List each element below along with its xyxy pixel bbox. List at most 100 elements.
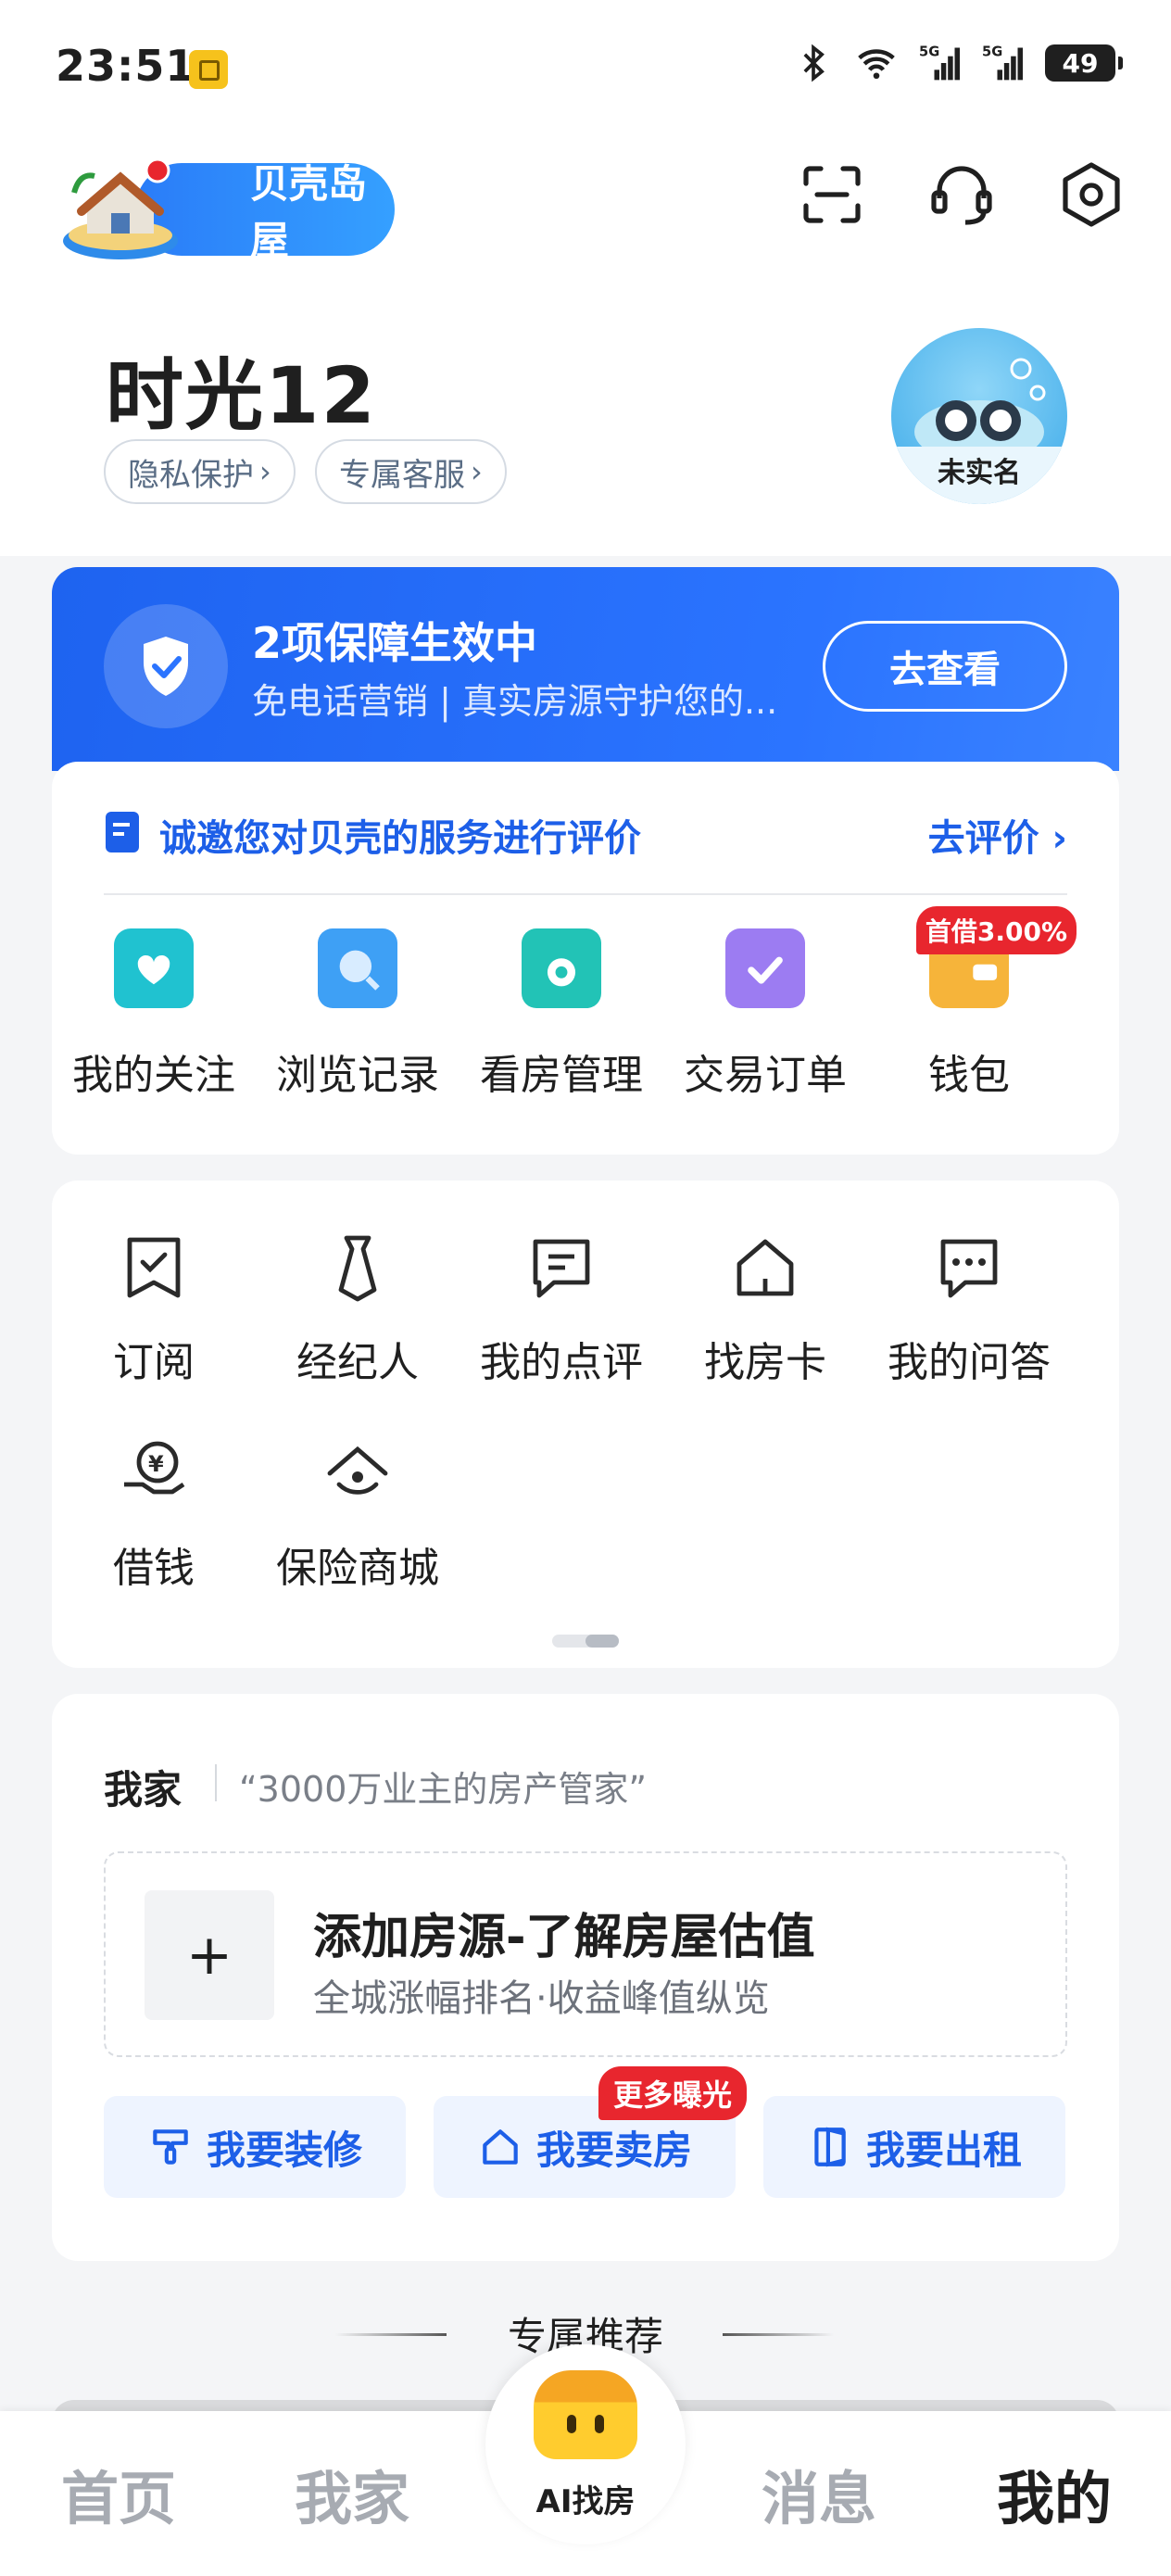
agent-icon — [338, 1235, 377, 1302]
qa-icon — [940, 1239, 998, 1298]
nav-messages[interactable]: 消息 — [762, 2452, 876, 2535]
plus-icon: + — [145, 1890, 274, 2020]
clipboard-check-icon — [725, 928, 805, 1008]
add-property-box[interactable]: + 添加房源-了解房屋估值 全城涨幅排名·收益峰值纵览 — [104, 1851, 1067, 2057]
add-property-title: 添加房源-了解房屋估值 — [313, 1910, 815, 1965]
house-card-icon — [737, 1239, 794, 1296]
service-review[interactable]: 我的点评 — [460, 1231, 663, 1388]
my-home-title: 我家 — [104, 1767, 183, 1812]
status-time: 23:51 — [56, 41, 196, 91]
bluetooth-icon — [803, 44, 825, 82]
rate-link-label: 去评价 — [927, 817, 1039, 860]
review-icon — [533, 1239, 590, 1298]
service-subscribe[interactable]: 订阅 — [52, 1231, 256, 1388]
service-label: 经纪人 — [296, 1339, 419, 1386]
renovate-label: 我要装修 — [206, 2127, 362, 2173]
my-home-subtitle: “3000万业主的房产管家” — [239, 1769, 648, 1810]
service-label: 我的点评 — [480, 1339, 643, 1386]
page-indicator — [552, 1635, 619, 1648]
grid-item-history[interactable]: 浏览记录 — [256, 928, 460, 1101]
services-card: 订阅 经纪人 我的点评 找房卡 我的问答 ¥ 借钱 保险商城 — [52, 1181, 1119, 1668]
add-property-subtitle: 全城涨幅排名·收益峰值纵览 — [313, 1977, 770, 2020]
grid-item-label: 浏览记录 — [276, 1052, 439, 1099]
insurance-icon — [327, 1446, 388, 1495]
grid-item-label: 交易订单 — [684, 1052, 847, 1099]
protection-banner[interactable]: 2项保障生效中 免电话营销 | 真实房源守护您的... 去查看 — [52, 567, 1119, 771]
island-house-icon — [63, 158, 178, 259]
nav-my-home[interactable]: 我家 — [295, 2452, 409, 2535]
service-insurance[interactable]: 保险商城 — [256, 1436, 460, 1594]
service-label: 我的问答 — [888, 1339, 1051, 1386]
ai-find-house-label: AI找房 — [535, 2483, 636, 2520]
app-logo[interactable]: 贝壳岛屋 — [61, 156, 395, 263]
grid-item-label: 看房管理 — [480, 1052, 643, 1099]
banner-subtitle: 免电话营销 | 真实房源守护您的... — [252, 681, 778, 722]
privacy-chip[interactable]: 隐私保护 › — [104, 439, 296, 504]
grid-item-label: 我的关注 — [72, 1052, 235, 1099]
heart-house-icon — [114, 928, 194, 1008]
door-icon — [814, 2127, 846, 2167]
grid-item-wallet[interactable]: 首借3.00% 钱包 — [867, 906, 1077, 1101]
grid-item-following[interactable]: 我的关注 — [52, 928, 256, 1101]
service-house-card[interactable]: 找房卡 — [663, 1231, 867, 1388]
view-button[interactable]: 去查看 — [823, 621, 1067, 712]
search-doc-icon — [318, 928, 397, 1008]
shield-icon — [104, 604, 228, 728]
divider — [104, 893, 1067, 895]
svg-text:¥: ¥ — [148, 1451, 164, 1477]
battery-indicator: 49 — [1045, 44, 1123, 82]
sell-badge: 更多曝光 — [598, 2066, 747, 2120]
grid-item-orders[interactable]: 交易订单 — [663, 928, 867, 1101]
wallet-badge: 首借3.00% — [915, 906, 1077, 954]
divider — [723, 2333, 834, 2336]
document-edit-icon — [106, 812, 139, 852]
grid-item-label: 钱包 — [928, 1052, 1010, 1099]
svg-text:5G: 5G — [919, 44, 939, 60]
house-sell-icon — [483, 2129, 518, 2165]
signal-icon-2: 5G — [982, 44, 1023, 81]
customer-service-icon[interactable] — [925, 158, 999, 232]
service-chip-label: 专属客服 — [339, 456, 465, 494]
privacy-chip-label: 隐私保护 — [128, 456, 254, 494]
paint-icon — [153, 2129, 188, 2165]
service-chip[interactable]: 专属客服 › — [315, 439, 507, 504]
user-name: 时光12 — [106, 350, 377, 441]
chevron-right-icon: › — [259, 454, 271, 489]
rating-text: 诚邀您对贝壳的服务进行评价 — [159, 817, 641, 860]
scan-icon[interactable] — [795, 158, 869, 232]
settings-icon[interactable] — [1054, 158, 1128, 232]
service-label: 借钱 — [113, 1545, 195, 1592]
rating-row[interactable]: 诚邀您对贝壳的服务进行评价 去评价 › — [104, 804, 1067, 860]
sell-house-label: 我要卖房 — [535, 2127, 692, 2173]
service-qa[interactable]: 我的问答 — [867, 1231, 1071, 1388]
rate-link[interactable]: 去评价 › — [928, 808, 1067, 862]
subscribe-icon — [127, 1237, 181, 1298]
folder-eye-icon — [522, 928, 601, 1008]
service-label: 订阅 — [113, 1339, 195, 1386]
my-home-card: 我家 “3000万业主的房产管家” + 添加房源-了解房屋估值 全城涨幅排名·收… — [52, 1694, 1119, 2261]
wifi-icon — [858, 49, 895, 80]
avatar-label: 未实名 — [891, 447, 1067, 504]
ai-find-house-button[interactable]: AI找房 — [485, 2344, 686, 2544]
renovate-button[interactable]: 我要装修 — [104, 2096, 406, 2198]
status-bar: 23:51 5G 5G 49 — [0, 0, 1171, 139]
divider — [215, 1764, 217, 1801]
main-features-card: 诚邀您对贝壳的服务进行评价 去评价 › 我的关注 浏览记录 看房管理 交易订单 … — [52, 762, 1119, 1155]
avatar[interactable]: 未实名 — [891, 328, 1067, 504]
banner-title: 2项保障生效中 — [252, 618, 538, 668]
grid-item-viewing[interactable]: 看房管理 — [460, 928, 663, 1101]
rent-out-label: 我要出租 — [865, 2127, 1022, 2173]
rent-out-button[interactable]: 我要出租 — [763, 2096, 1065, 2198]
notification-app-icon — [189, 50, 228, 89]
loan-icon: ¥ — [124, 1441, 185, 1495]
ai-mascot-icon — [534, 2370, 637, 2459]
service-loan[interactable]: ¥ 借钱 — [52, 1436, 256, 1594]
svg-text:5G: 5G — [982, 44, 1002, 60]
nav-home[interactable]: 首页 — [61, 2452, 176, 2535]
service-label: 找房卡 — [704, 1339, 826, 1386]
chevron-right-icon: › — [471, 454, 483, 489]
sell-house-button[interactable]: 我要卖房 更多曝光 — [434, 2066, 747, 2198]
signal-icon: 5G — [919, 44, 960, 81]
service-agent[interactable]: 经纪人 — [256, 1231, 460, 1388]
nav-me[interactable]: 我的 — [997, 2452, 1112, 2535]
